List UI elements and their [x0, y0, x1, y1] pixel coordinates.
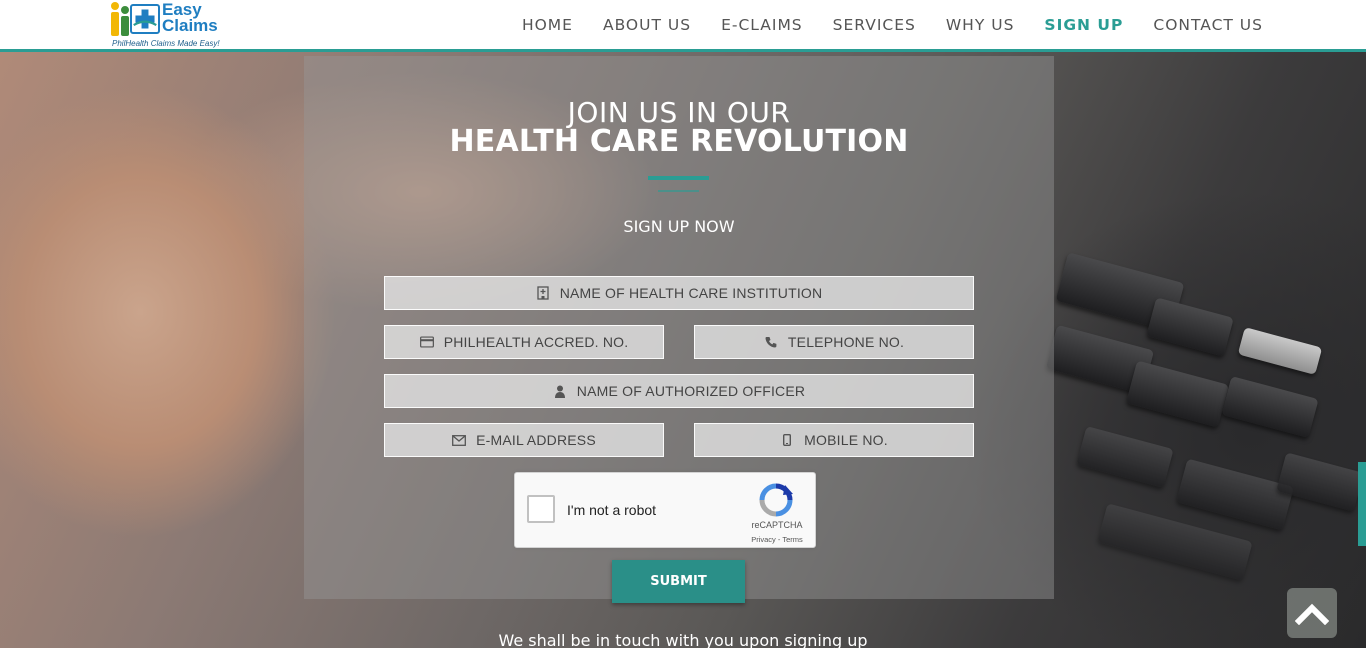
- institution-name-field[interactable]: NAME OF HEALTH CARE INSTITUTION: [384, 276, 974, 310]
- recaptcha-brand: reCAPTCHA: [751, 520, 803, 530]
- authorized-officer-field[interactable]: NAME OF AUTHORIZED OFFICER: [384, 374, 974, 408]
- back-to-top-button[interactable]: [1287, 588, 1337, 638]
- recaptcha-label: I'm not a robot: [567, 502, 657, 518]
- institution-name-placeholder: NAME OF HEALTH CARE INSTITUTION: [559, 285, 823, 301]
- site-logo[interactable]: Easy Claims PhilHealth Claims Made Easy!: [108, 0, 228, 50]
- page-scrollbar-thumb[interactable]: [1358, 462, 1366, 546]
- authorized-officer-placeholder: NAME OF AUTHORIZED OFFICER: [576, 383, 806, 399]
- main-nav: HOME ABOUT US E-CLAIMS SERVICES WHY US S…: [492, 0, 1263, 50]
- logo-cross-icon: [130, 4, 160, 34]
- mobile-placeholder: MOBILE NO.: [804, 432, 888, 448]
- accreditation-number-field[interactable]: PHILHEALTH ACCRED. NO.: [384, 325, 664, 359]
- email-placeholder: E-MAIL ADDRESS: [476, 432, 596, 448]
- logo-tagline: PhilHealth Claims Made Easy!: [112, 39, 220, 48]
- hospital-icon: [536, 286, 550, 300]
- chevron-up-icon: [1295, 603, 1329, 625]
- mobile-field[interactable]: MOBILE NO.: [694, 423, 974, 457]
- email-field[interactable]: E-MAIL ADDRESS: [384, 423, 664, 457]
- signup-heading-line2: HEALTH CARE REVOLUTION: [449, 124, 909, 159]
- telephone-field[interactable]: TELEPHONE NO.: [694, 325, 974, 359]
- envelope-icon: [452, 433, 467, 447]
- phone-icon: [764, 335, 778, 349]
- nav-about-us[interactable]: ABOUT US: [603, 16, 691, 34]
- recaptcha-widget: I'm not a robot reCAPTCHA Privacy - Term…: [514, 472, 816, 548]
- signup-note: We shall be in touch with you upon signi…: [498, 631, 868, 648]
- nav-home[interactable]: HOME: [522, 16, 573, 34]
- signup-subheading: SIGN UP NOW: [623, 217, 735, 236]
- logo-people-icon: [111, 2, 129, 36]
- nav-contact-us[interactable]: CONTACT US: [1153, 16, 1263, 34]
- submit-button[interactable]: SUBMIT: [612, 560, 745, 603]
- recaptcha-logo-icon: [759, 483, 793, 517]
- heading-divider: [648, 176, 709, 180]
- heading-divider-secondary: [658, 190, 699, 192]
- nav-why-us[interactable]: WHY US: [946, 16, 1015, 34]
- accreditation-number-placeholder: PHILHEALTH ACCRED. NO.: [443, 334, 629, 350]
- mobile-phone-icon: [780, 433, 794, 447]
- logo-title: Easy Claims: [162, 0, 218, 35]
- signup-panel: JOIN US IN OUR HEALTH CARE REVOLUTION SI…: [304, 56, 1054, 603]
- nav-e-claims[interactable]: E-CLAIMS: [721, 16, 803, 34]
- credit-card-icon: [419, 335, 434, 349]
- nav-sign-up[interactable]: SIGN UP: [1044, 16, 1123, 34]
- nav-services[interactable]: SERVICES: [833, 16, 916, 34]
- user-icon: [553, 384, 567, 398]
- recaptcha-checkbox[interactable]: [527, 495, 555, 523]
- telephone-placeholder: TELEPHONE NO.: [787, 334, 905, 350]
- site-header: Easy Claims PhilHealth Claims Made Easy!…: [0, 0, 1366, 52]
- recaptcha-privacy-terms-link[interactable]: Privacy - Terms: [739, 535, 815, 544]
